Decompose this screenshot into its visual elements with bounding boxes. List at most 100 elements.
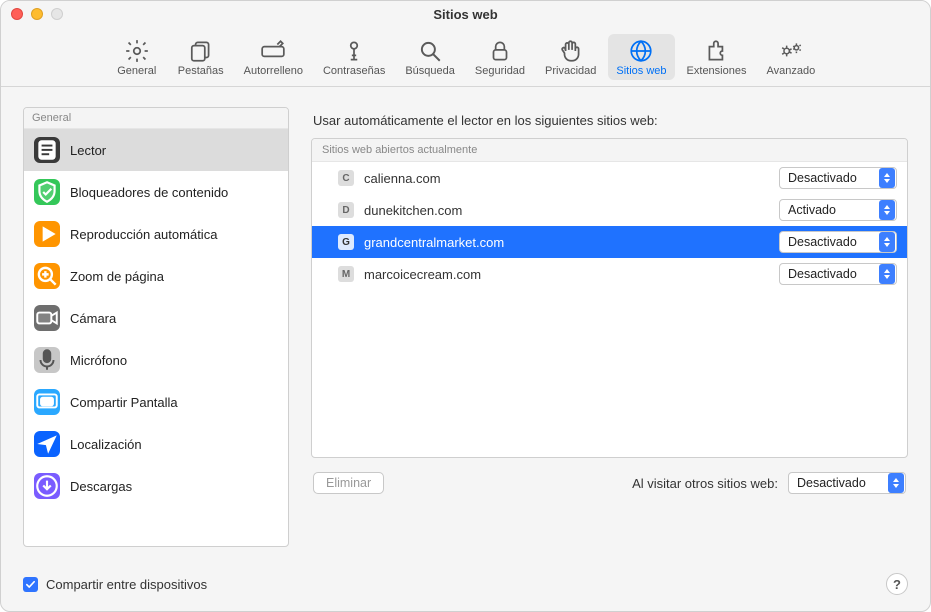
sidebar-item-compartir-pantalla[interactable]: Compartir Pantalla bbox=[24, 381, 288, 423]
sidebar-item-zoom-de-página[interactable]: Zoom de página bbox=[24, 255, 288, 297]
sidebar-item-label: Reproducción automática bbox=[70, 227, 217, 242]
screen-share-icon bbox=[34, 389, 60, 415]
titlebar: Sitios web bbox=[1, 1, 930, 27]
toolbar-tab-label: General bbox=[117, 65, 156, 77]
sites-box: Sitios web abiertos actualmente Ccalienn… bbox=[311, 138, 908, 458]
sidebar-item-bloqueadores-de-contenido[interactable]: Bloqueadores de contenido bbox=[24, 171, 288, 213]
site-permission-value: Desactivado bbox=[788, 267, 857, 281]
sidebar: General Lector Bloqueadores de contenido R… bbox=[23, 107, 289, 547]
select-stepper-icon bbox=[879, 232, 895, 252]
site-permission-value: Desactivado bbox=[788, 171, 857, 185]
search-icon bbox=[417, 38, 443, 64]
minimize-window-button[interactable] bbox=[31, 8, 43, 20]
tabs-icon bbox=[188, 38, 214, 64]
camera-icon bbox=[34, 305, 60, 331]
sidebar-item-label: Bloqueadores de contenido bbox=[70, 185, 228, 200]
toolbar-tab-seguridad[interactable]: Seguridad bbox=[467, 34, 533, 80]
toolbar: General Pestañas Autorrelleno Contraseñas Bú… bbox=[1, 27, 930, 87]
globe-icon bbox=[628, 38, 654, 64]
site-favicon: G bbox=[338, 234, 354, 250]
other-sites-row: Al visitar otros sitios web: Desactivado bbox=[632, 472, 906, 494]
close-window-button[interactable] bbox=[11, 8, 23, 20]
site-row[interactable]: Mmarcoicecream.com Desactivado bbox=[312, 258, 907, 290]
toolbar-tab-label: Contraseñas bbox=[323, 65, 385, 77]
check-icon bbox=[25, 579, 36, 590]
download-icon bbox=[34, 473, 60, 499]
share-checkbox-label: Compartir entre dispositivos bbox=[46, 577, 207, 592]
mic-icon bbox=[34, 347, 60, 373]
gear-icon bbox=[124, 38, 150, 64]
sites-list-header: Sitios web abiertos actualmente bbox=[312, 139, 907, 162]
reader-icon bbox=[34, 137, 60, 163]
lock-icon bbox=[487, 38, 513, 64]
toolbar-tab-autorrelleno[interactable]: Autorrelleno bbox=[236, 34, 311, 80]
site-favicon: M bbox=[338, 266, 354, 282]
toolbar-tab-privacidad[interactable]: Privacidad bbox=[537, 34, 604, 80]
sidebar-item-label: Descargas bbox=[70, 479, 132, 494]
site-permission-select[interactable]: Activado bbox=[779, 199, 897, 221]
toolbar-tab-label: Pestañas bbox=[178, 65, 224, 77]
zoom-icon bbox=[34, 263, 60, 289]
toolbar-tab-label: Extensiones bbox=[687, 65, 747, 77]
toolbar-tab-general[interactable]: General bbox=[108, 34, 166, 80]
window-title: Sitios web bbox=[433, 7, 497, 22]
toolbar-tab-búsqueda[interactable]: Búsqueda bbox=[397, 34, 463, 80]
puzzle-icon bbox=[704, 38, 730, 64]
site-name: dunekitchen.com bbox=[364, 203, 769, 218]
sidebar-item-localización[interactable]: Localización bbox=[24, 423, 288, 465]
site-name: calienna.com bbox=[364, 171, 769, 186]
site-permission-value: Desactivado bbox=[788, 235, 857, 249]
toolbar-tab-sitios-web[interactable]: Sitios web bbox=[608, 34, 674, 80]
toolbar-tab-label: Búsqueda bbox=[405, 65, 455, 77]
share-checkbox[interactable] bbox=[23, 577, 38, 592]
toolbar-tab-label: Sitios web bbox=[616, 65, 666, 77]
toolbar-tab-avanzado[interactable]: Avanzado bbox=[758, 34, 823, 80]
toolbar-tab-extensiones[interactable]: Extensiones bbox=[679, 34, 755, 80]
site-name: grandcentralmarket.com bbox=[364, 235, 769, 250]
zoom-window-button[interactable] bbox=[51, 8, 63, 20]
toolbar-tab-label: Seguridad bbox=[475, 65, 525, 77]
bottom-bar: Compartir entre dispositivos ? bbox=[23, 573, 908, 595]
site-permission-select[interactable]: Desactivado bbox=[779, 167, 897, 189]
toolbar-tab-pestañas[interactable]: Pestañas bbox=[170, 34, 232, 80]
sidebar-item-label: Lector bbox=[70, 143, 106, 158]
preferences-window: Sitios web General Pestañas Autorrelleno Co… bbox=[0, 0, 931, 612]
sidebar-item-label: Zoom de página bbox=[70, 269, 164, 284]
site-row[interactable]: Ggrandcentralmarket.com Desactivado bbox=[312, 226, 907, 258]
site-row[interactable]: Ddunekitchen.comActivado bbox=[312, 194, 907, 226]
select-stepper-icon bbox=[879, 168, 895, 188]
site-favicon: C bbox=[338, 170, 354, 186]
hand-icon bbox=[558, 38, 584, 64]
select-stepper-icon bbox=[879, 200, 895, 220]
remove-button[interactable]: Eliminar bbox=[313, 472, 384, 494]
site-name: marcoicecream.com bbox=[364, 267, 769, 282]
help-button[interactable]: ? bbox=[886, 573, 908, 595]
sites-list[interactable]: Ccalienna.comDesactivadoDdunekitchen.com… bbox=[312, 162, 907, 457]
sidebar-item-label: Localización bbox=[70, 437, 142, 452]
content: General Lector Bloqueadores de contenido R… bbox=[1, 87, 930, 557]
toolbar-tab-label: Autorrelleno bbox=[244, 65, 303, 77]
sidebar-item-label: Micrófono bbox=[70, 353, 127, 368]
other-sites-select-value: Desactivado bbox=[797, 476, 866, 490]
select-stepper-icon bbox=[888, 473, 904, 493]
sidebar-item-reproducción-automática[interactable]: Reproducción automática bbox=[24, 213, 288, 255]
select-stepper-icon bbox=[879, 264, 895, 284]
sidebar-item-descargas[interactable]: Descargas bbox=[24, 465, 288, 507]
site-permission-select[interactable]: Desactivado bbox=[779, 263, 897, 285]
sidebar-item-lector[interactable]: Lector bbox=[24, 129, 288, 171]
sidebar-item-cámara[interactable]: Cámara bbox=[24, 297, 288, 339]
panel-title: Usar automáticamente el lector en los si… bbox=[311, 107, 908, 138]
sidebar-item-label: Compartir Pantalla bbox=[70, 395, 178, 410]
main-footer: Eliminar Al visitar otros sitios web: De… bbox=[311, 458, 908, 494]
sidebar-section-header: General bbox=[24, 108, 288, 129]
window-controls bbox=[11, 8, 63, 20]
sidebar-item-micrófono[interactable]: Micrófono bbox=[24, 339, 288, 381]
location-icon bbox=[34, 431, 60, 457]
other-sites-label: Al visitar otros sitios web: bbox=[632, 476, 778, 491]
share-across-devices-row[interactable]: Compartir entre dispositivos bbox=[23, 577, 207, 592]
site-row[interactable]: Ccalienna.com Desactivado bbox=[312, 162, 907, 194]
key-icon bbox=[341, 38, 367, 64]
site-permission-select[interactable]: Desactivado bbox=[779, 231, 897, 253]
other-sites-select[interactable]: Desactivado bbox=[788, 472, 906, 494]
toolbar-tab-contraseñas[interactable]: Contraseñas bbox=[315, 34, 393, 80]
